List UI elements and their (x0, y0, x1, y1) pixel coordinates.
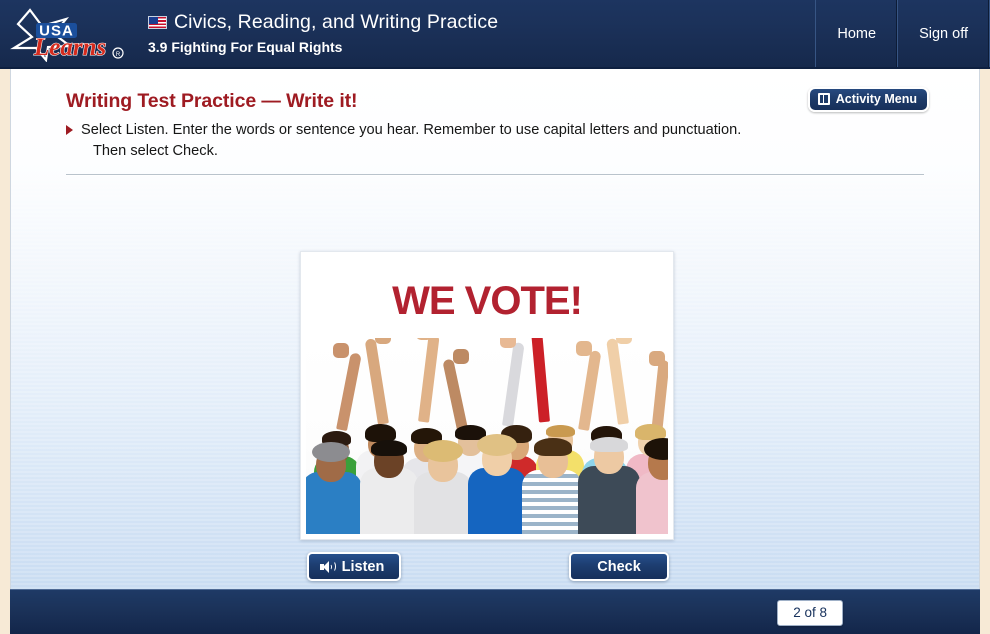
red-arrow-bullet-icon (66, 125, 73, 135)
poster-title: WE VOTE! (392, 279, 583, 323)
svg-text:Learns: Learns (33, 34, 106, 61)
unit-title: 3.9 Fighting For Equal Rights (148, 39, 343, 55)
activity-menu-button[interactable]: Activity Menu (807, 87, 929, 112)
nav-home-button[interactable]: Home (815, 0, 897, 67)
logo-graphic: USA Learns R (10, 6, 130, 62)
menu-list-icon (817, 93, 830, 105)
app-page: USA Learns R Civics, Reading, and Writin… (0, 0, 990, 634)
header-nav: Home Sign off (815, 0, 990, 67)
check-label: Check (597, 558, 641, 575)
control-buttons: Listen Check (11, 552, 979, 582)
check-button[interactable]: Check (569, 552, 669, 581)
course-title-row: Civics, Reading, and Writing Practice (148, 10, 815, 34)
content-area: Activity Menu Writing Test Practice — Wr… (10, 69, 980, 589)
instruction-line-1: Select Listen. Enter the words or senten… (81, 122, 742, 138)
app-footer: 2 of 8 (10, 589, 980, 634)
instructions-block: Select Listen. Enter the words or senten… (66, 120, 924, 162)
activity-menu-label: Activity Menu (835, 92, 917, 106)
us-flag-icon (148, 15, 167, 29)
listen-button[interactable]: Listen (307, 552, 401, 581)
instruction-line-2: Then select Check. (93, 143, 218, 159)
crowd-photo (306, 338, 668, 534)
we-vote-poster: WE VOTE! (306, 257, 668, 534)
section-divider (66, 174, 924, 175)
usa-learns-logo[interactable]: USA Learns R (0, 0, 140, 67)
content-inner: Writing Test Practice — Write it! Select… (11, 69, 979, 175)
page-indicator[interactable]: 2 of 8 (777, 600, 843, 626)
course-title: Civics, Reading, and Writing Practice (174, 11, 499, 33)
svg-text:R: R (116, 52, 121, 58)
app-header: USA Learns R Civics, Reading, and Writin… (0, 0, 990, 69)
listen-label: Listen (341, 558, 385, 575)
logo-star-icon: USA Learns R (10, 7, 124, 62)
page-title: Writing Test Practice — Write it! (66, 90, 358, 112)
lesson-image-card: WE VOTE! (300, 251, 674, 540)
nav-signoff-button[interactable]: Sign off (897, 0, 989, 67)
speaker-icon (319, 560, 337, 573)
header-title-block: Civics, Reading, and Writing Practice 3.… (140, 0, 815, 67)
